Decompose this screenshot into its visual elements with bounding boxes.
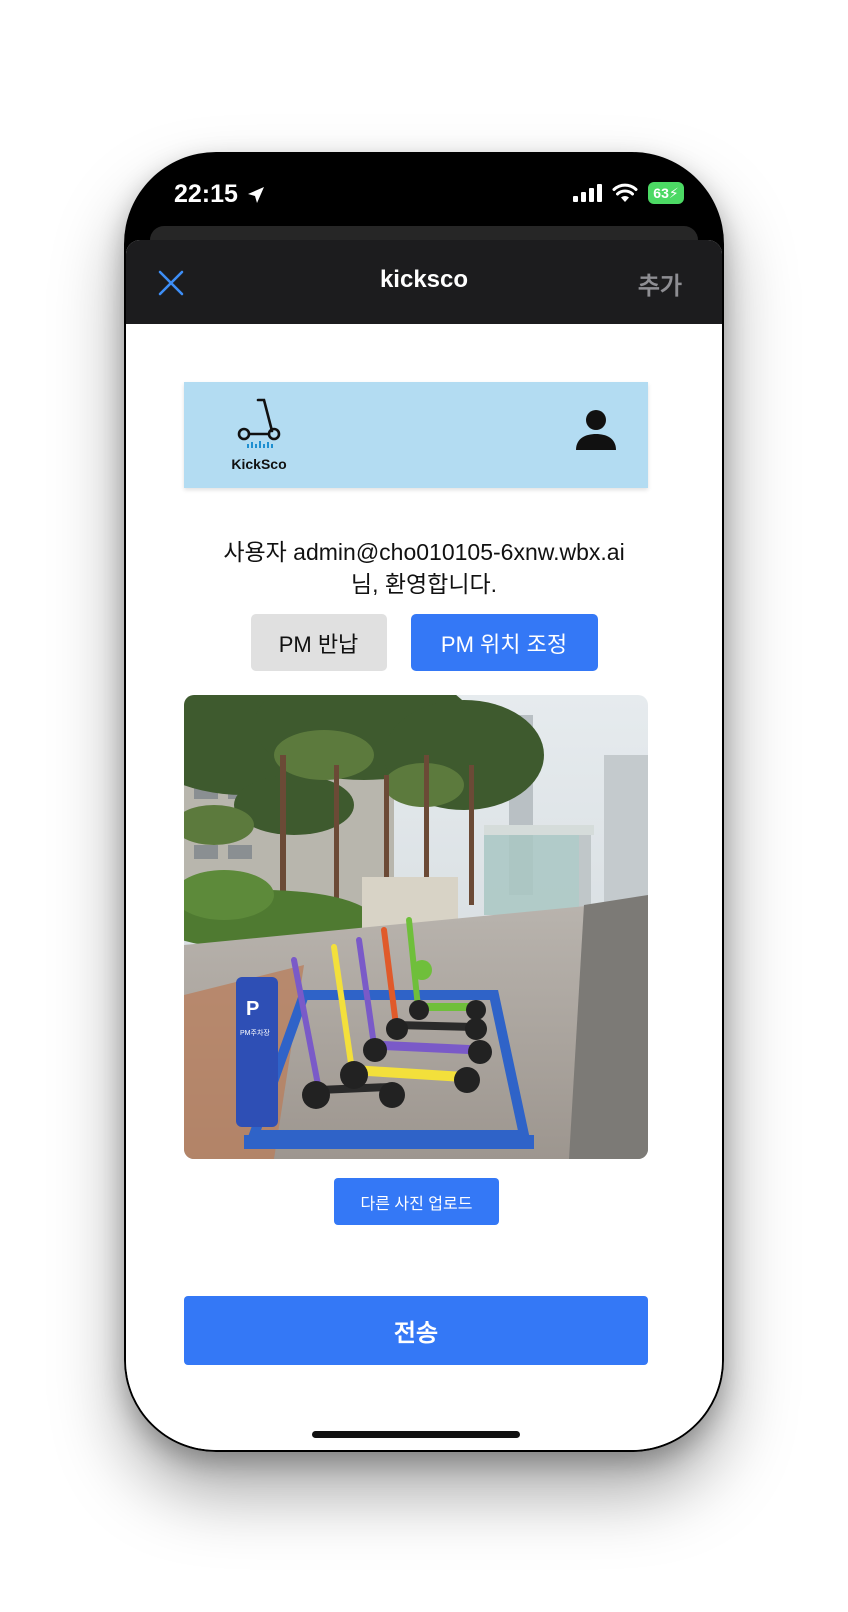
signal-icon [573, 184, 602, 202]
upload-another-photo-button[interactable]: 다른 사진 업로드 [334, 1178, 499, 1225]
home-indicator[interactable] [312, 1431, 520, 1438]
photo-sign-text: PM주차장 [240, 1028, 270, 1037]
pm-adjust-location-button[interactable]: PM 위치 조정 [410, 614, 598, 671]
mode-buttons: PM 반납 PM 위치 조정 [126, 614, 722, 671]
web-content: KickSco 사용자 admin@cho010105-6xnw.wbx.ai … [126, 324, 722, 1450]
battery-charging-icon: 63 ⚡ [648, 182, 684, 204]
navigation-bar: kicksco 추가 [126, 240, 722, 324]
logo-text: KickSco [231, 456, 287, 472]
uploaded-photo: P PM주차장 [184, 695, 648, 1159]
wifi-icon [612, 183, 638, 202]
kicksco-logo: KickSco [220, 394, 298, 474]
phone-frame: 22:15 63 ⚡ kicksco 추가 KickSco 사용자 admin@… [124, 152, 724, 1452]
welcome-message: 사용자 admin@cho010105-6xnw.wbx.ai 님, 환영합니다… [166, 536, 682, 600]
charging-bolt-icon: ⚡ [668, 184, 679, 201]
scooter-parking-photo: P PM주차장 [184, 695, 648, 1159]
status-indicators: 63 ⚡ [572, 182, 684, 204]
welcome-line-2: 님, 환영합니다. [350, 571, 498, 597]
status-bar: 22:15 63 ⚡ [126, 154, 722, 226]
modal-sheet: kicksco 추가 KickSco 사용자 admin@cho010105-6… [126, 240, 722, 1450]
status-time: 22:15 [174, 180, 266, 209]
welcome-line-1: 사용자 admin@cho010105-6xnw.wbx.ai [223, 539, 625, 565]
svg-text:P: P [246, 998, 259, 1020]
phone-screen: 22:15 63 ⚡ kicksco 추가 KickSco 사용자 admin@… [126, 154, 722, 1450]
scooter-logo-icon [237, 398, 281, 448]
submit-button[interactable]: 전송 [184, 1296, 648, 1365]
app-header: KickSco [184, 382, 648, 488]
battery-level: 63 [653, 185, 669, 201]
add-button[interactable]: 추가 [638, 266, 682, 301]
status-time-text: 22:15 [174, 180, 238, 208]
user-icon[interactable] [574, 408, 618, 452]
nav-title: kicksco [379, 266, 469, 293]
location-arrow-icon [247, 186, 264, 203]
pm-return-button[interactable]: PM 반납 [250, 614, 387, 671]
